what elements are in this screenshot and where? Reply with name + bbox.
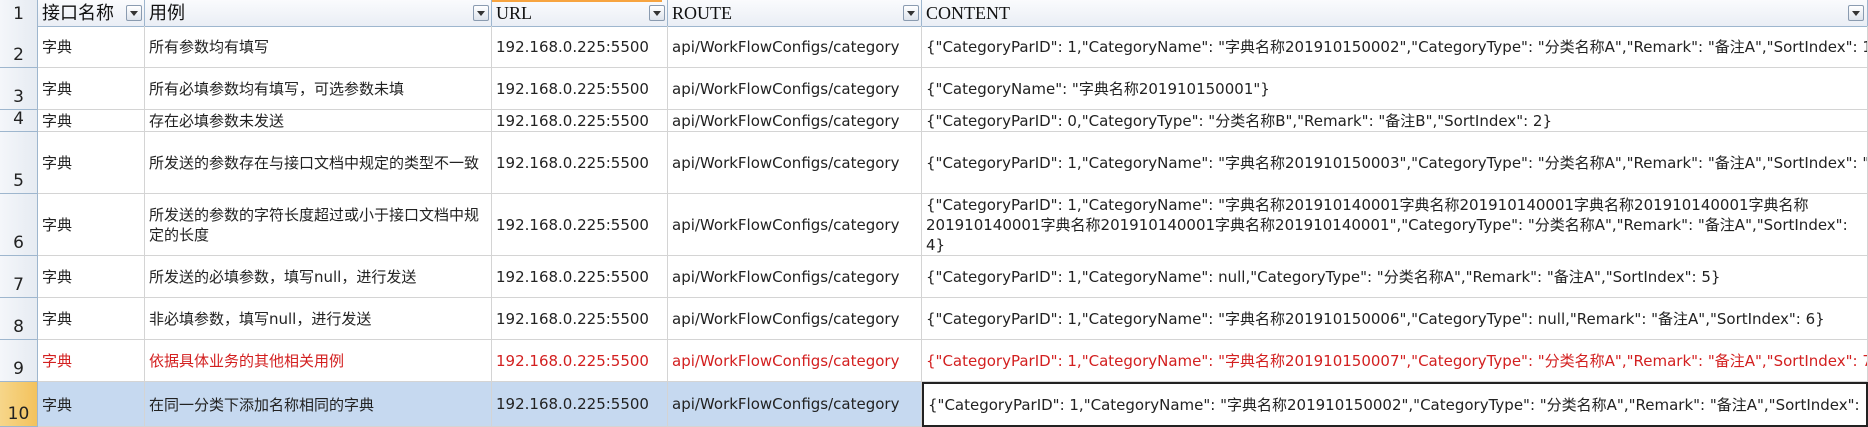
row-number-label: 1 — [13, 4, 24, 24]
cell-case[interactable]: 在同一分类下添加名称相同的字典 — [145, 382, 492, 427]
cell-route[interactable]: api/WorkFlowConfigs/category — [668, 194, 922, 256]
row-number-label: 5 — [13, 171, 24, 191]
cell-case[interactable]: 所有必填参数均有填写，可选参数未填 — [145, 68, 492, 110]
cell-url[interactable]: 192.168.0.225:5500 — [492, 256, 668, 298]
row-number[interactable]: 9 — [0, 340, 38, 382]
row-number-label: 3 — [13, 87, 24, 107]
cell-url[interactable]: 192.168.0.225:5500 — [492, 298, 668, 340]
filter-dropdown-icon[interactable] — [126, 5, 142, 21]
filter-dropdown-icon[interactable] — [473, 5, 489, 21]
row-number-label: 2 — [13, 45, 24, 65]
row-number[interactable]: 4 — [0, 109, 38, 132]
cell-case[interactable]: 所发送的参数存在与接口文档中规定的类型不一致 — [145, 132, 492, 194]
row-number-selected[interactable]: 10 — [0, 382, 38, 427]
cell-content[interactable]: {"CategoryParID": 1,"CategoryName": "字典名… — [922, 26, 1868, 68]
cell-url[interactable]: 192.168.0.225:5500 — [492, 340, 668, 382]
row-number[interactable]: 7 — [0, 256, 38, 298]
header-cell-url[interactable]: URL — [492, 0, 668, 26]
cell-content[interactable]: {"CategoryParID": 1,"CategoryName": "字典名… — [922, 340, 1868, 382]
cell-case[interactable]: 所有参数均有填写 — [145, 26, 492, 68]
cell-route[interactable]: api/WorkFlowConfigs/category — [668, 132, 922, 194]
cell-url[interactable]: 192.168.0.225:5500 — [492, 382, 668, 427]
cell-name[interactable]: 字典 — [38, 256, 145, 298]
header-label: ROUTE — [672, 3, 732, 23]
row-number-label: 9 — [13, 359, 24, 379]
cell-name[interactable]: 字典 — [38, 26, 145, 68]
header-cell-use-case[interactable]: 用例 — [145, 0, 492, 26]
cell-route[interactable]: api/WorkFlowConfigs/category — [668, 382, 922, 427]
row-number-label: 10 — [7, 404, 30, 424]
cell-url[interactable]: 192.168.0.225:5500 — [492, 110, 668, 132]
cell-route[interactable]: api/WorkFlowConfigs/category — [668, 110, 922, 132]
cell-content[interactable]: {"CategoryParID": 1,"CategoryName": null… — [922, 256, 1868, 298]
row-number-label: 6 — [13, 233, 24, 253]
spreadsheet: 1 接口名称 用例 URL ROUTE CONTENT 2 字典 所有参数均有填… — [0, 0, 1868, 427]
header-cell-route[interactable]: ROUTE — [668, 0, 922, 26]
row-number[interactable]: 8 — [0, 298, 38, 340]
header-cell-interface-name[interactable]: 接口名称 — [38, 0, 145, 26]
cell-name[interactable]: 字典 — [38, 298, 145, 340]
cell-content[interactable]: {"CategoryParID": 0,"CategoryType": "分类名… — [922, 110, 1868, 132]
column-highlight-line — [492, 0, 662, 2]
filter-dropdown-icon[interactable] — [649, 5, 665, 21]
cell-url[interactable]: 192.168.0.225:5500 — [492, 26, 668, 68]
cell-route[interactable]: api/WorkFlowConfigs/category — [668, 298, 922, 340]
cell-content-active[interactable]: {"CategoryParID": 1,"CategoryName": "字典名… — [922, 382, 1868, 427]
header-label: 用例 — [149, 3, 185, 23]
cell-content[interactable]: {"CategoryParID": 1,"CategoryName": "字典名… — [922, 298, 1868, 340]
cell-case[interactable]: 存在必填参数未发送 — [145, 110, 492, 132]
row-number-header[interactable]: 1 — [0, 0, 38, 26]
cell-content[interactable]: {"CategoryName": "字典名称201910150001"} — [922, 68, 1868, 110]
cell-content[interactable]: {"CategoryParID": 1,"CategoryName": "字典名… — [922, 194, 1868, 256]
header-row: 1 接口名称 用例 URL ROUTE CONTENT — [0, 0, 1868, 27]
cell-route[interactable]: api/WorkFlowConfigs/category — [668, 256, 922, 298]
cell-name[interactable]: 字典 — [38, 110, 145, 132]
row-number[interactable]: 5 — [0, 132, 38, 194]
header-label: CONTENT — [926, 3, 1010, 23]
cell-case[interactable]: 非必填参数，填写null，进行发送 — [145, 298, 492, 340]
row-number-label: 4 — [13, 109, 24, 129]
cell-case[interactable]: 所发送的必填参数，填写null，进行发送 — [145, 256, 492, 298]
cell-name[interactable]: 字典 — [38, 340, 145, 382]
cell-url[interactable]: 192.168.0.225:5500 — [492, 68, 668, 110]
cell-content[interactable]: {"CategoryParID": 1,"CategoryName": "字典名… — [922, 132, 1868, 194]
header-label: URL — [496, 3, 532, 23]
row-number-label: 7 — [13, 275, 24, 295]
cell-name[interactable]: 字典 — [38, 382, 145, 427]
cell-route[interactable]: api/WorkFlowConfigs/category — [668, 340, 922, 382]
cell-route[interactable]: api/WorkFlowConfigs/category — [668, 68, 922, 110]
cell-url[interactable]: 192.168.0.225:5500 — [492, 132, 668, 194]
cell-case[interactable]: 依据具体业务的其他相关用例 — [145, 340, 492, 382]
cell-case[interactable]: 所发送的参数的字符长度超过或小于接口文档中规定的长度 — [145, 194, 492, 256]
row-number[interactable]: 2 — [0, 26, 38, 68]
cell-url[interactable]: 192.168.0.225:5500 — [492, 194, 668, 256]
cell-route[interactable]: api/WorkFlowConfigs/category — [668, 26, 922, 68]
row-number[interactable]: 3 — [0, 68, 38, 110]
cell-name[interactable]: 字典 — [38, 194, 145, 256]
row-number[interactable]: 6 — [0, 194, 38, 256]
cell-name[interactable]: 字典 — [38, 68, 145, 110]
header-label: 接口名称 — [42, 3, 114, 23]
row-number-label: 8 — [13, 317, 24, 337]
filter-dropdown-icon[interactable] — [903, 5, 919, 21]
header-cell-content[interactable]: CONTENT — [922, 0, 1868, 26]
cell-name[interactable]: 字典 — [38, 132, 145, 194]
filter-dropdown-icon[interactable] — [1848, 5, 1864, 21]
